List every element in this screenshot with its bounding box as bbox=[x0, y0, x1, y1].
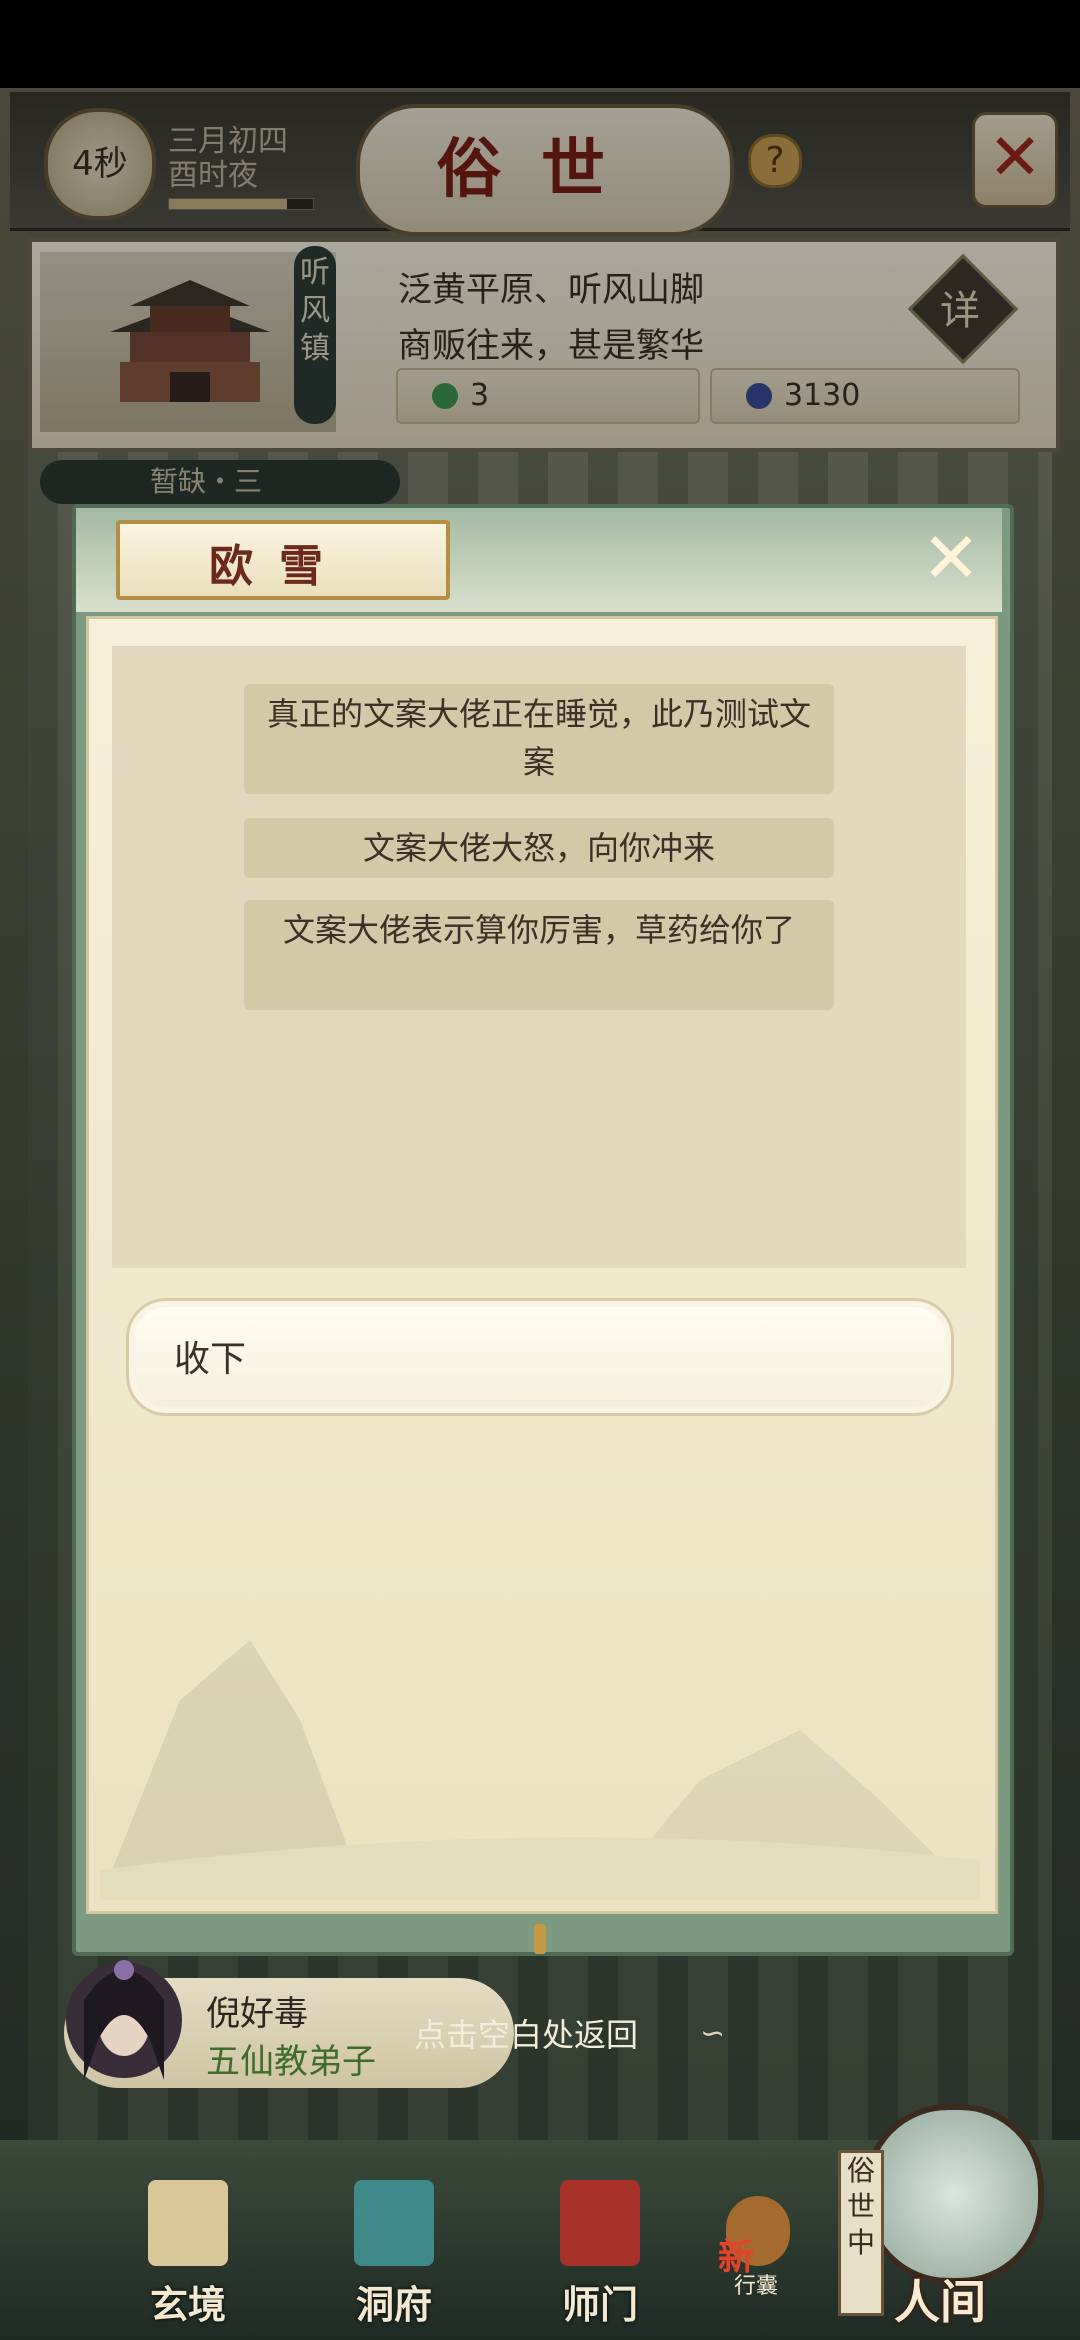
nav-item-sect[interactable]: 师门 bbox=[530, 2180, 670, 2330]
character-name: 倪好毒 bbox=[206, 1994, 308, 2034]
choice-accept-button[interactable] bbox=[126, 1298, 954, 1416]
close-dialog-icon[interactable]: ✕ bbox=[920, 523, 982, 593]
swirl-right-icon: ∽ bbox=[700, 2016, 726, 2051]
world-label[interactable]: 人间 bbox=[870, 2266, 1010, 2332]
nav-item-bag[interactable] bbox=[690, 2180, 830, 2330]
nav-label: 师门 bbox=[561, 2282, 638, 2327]
npc-name: 欧雪 bbox=[209, 541, 349, 592]
nav-label: 洞府 bbox=[355, 2282, 432, 2327]
log-entry: 文案大佬大怒，向你冲来 bbox=[244, 818, 834, 878]
tap-to-return-hint: 点击空白处返回 bbox=[414, 2016, 639, 2054]
log-entry: 文案大佬表示算你厉害，草药给你了 bbox=[244, 900, 834, 1010]
swirl-left-icon: ∽ bbox=[374, 2016, 400, 2051]
pavilion-icon bbox=[354, 2180, 434, 2266]
character-role: 五仙教弟子 bbox=[206, 2042, 376, 2082]
scroll-icon bbox=[148, 2180, 228, 2266]
dialog-pendant bbox=[534, 1924, 546, 1954]
log-entry: 真正的文案大佬正在睡觉，此乃测试文案 bbox=[244, 684, 834, 794]
nav-item-mystic-realm[interactable]: 玄境 bbox=[118, 2180, 258, 2330]
bag-label: 行囊 bbox=[734, 2274, 779, 2299]
nav-item-cave-dwelling[interactable]: 洞府 bbox=[324, 2180, 464, 2330]
world-map-button[interactable] bbox=[864, 2104, 1044, 2284]
mountain-mist-decoration bbox=[100, 1640, 980, 1900]
choice-accept-label[interactable]: 收下 bbox=[174, 1330, 246, 1382]
banner-icon bbox=[560, 2180, 640, 2266]
character-avatar bbox=[66, 1960, 182, 2080]
nav-label: 玄境 bbox=[149, 2282, 226, 2327]
